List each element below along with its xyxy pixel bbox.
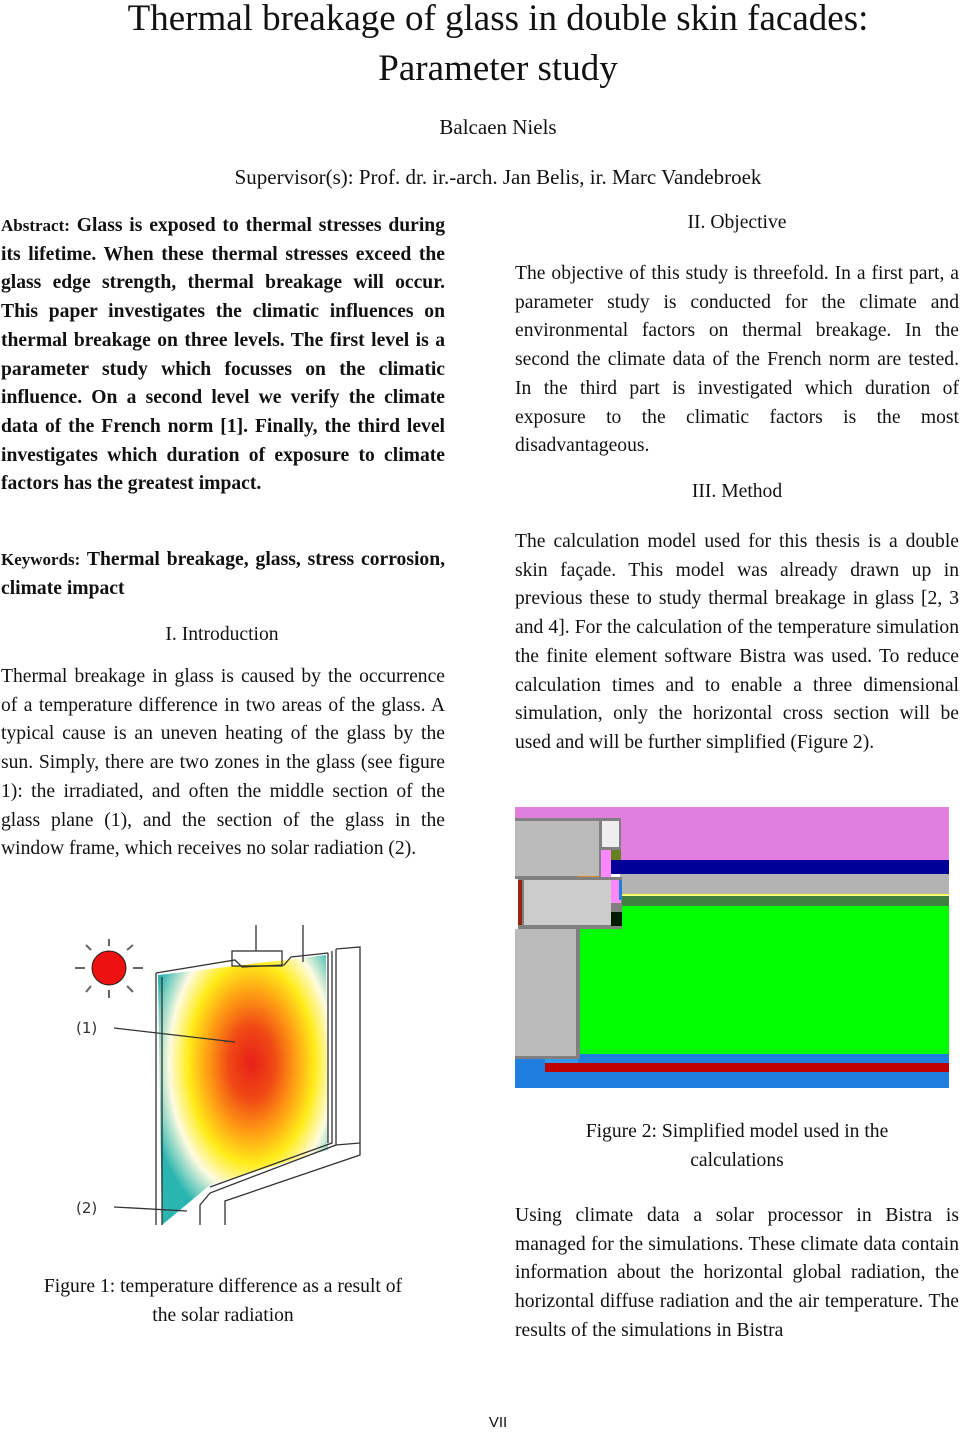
region-green <box>578 906 949 1068</box>
introduction-text: Thermal breakage in glass is caused by t… <box>1 666 445 860</box>
figure-2-caption-line-2: calculations <box>690 1149 784 1171</box>
paper-title: Thermal breakage of glass in double skin… <box>0 0 960 94</box>
glass-pane <box>158 955 328 1225</box>
figure-1-label-1: (1) <box>76 1019 97 1037</box>
page-number: VII <box>488 1414 508 1431</box>
supervisors: Supervisor(s): Prof. dr. ir.-arch. Jan B… <box>234 165 762 189</box>
keywords: Keywords: Thermal breakage, glass, stres… <box>1 546 445 603</box>
abstract-label: Abstract: <box>1 216 70 235</box>
author: Balcaen Niels <box>439 115 557 139</box>
keywords-label: Keywords: <box>1 550 81 569</box>
figure-1-label-2: (2) <box>76 1199 97 1217</box>
method-text-1: The calculation model used for this thes… <box>515 531 959 753</box>
method-heading: III. Method <box>691 481 783 502</box>
title-line-2: Parameter study <box>378 48 618 89</box>
region-dark-green <box>611 896 949 906</box>
sun-icon <box>75 939 143 998</box>
figure-2-image <box>515 807 949 1088</box>
title-line-1: Thermal breakage of glass in double skin… <box>127 0 869 39</box>
objective-text: The objective of this study is threefold… <box>515 263 959 457</box>
figure-1-caption-line-1: Figure 1: temperature difference as a re… <box>43 1276 403 1297</box>
region-navy <box>611 860 949 874</box>
figure-1-image: (1) (2) <box>60 915 380 1235</box>
abstract-text: Glass is exposed to thermal stresses dur… <box>1 215 445 495</box>
introduction-heading: I. Introduction <box>165 624 279 645</box>
region-yellow-line <box>620 894 949 896</box>
figure-1-caption-line-2: the solar radiation <box>152 1304 294 1326</box>
region-grey-layer <box>620 874 949 895</box>
figure-2-caption-line-1: Figure 2: Simplified model used in the <box>585 1121 889 1142</box>
region-red <box>545 1063 949 1072</box>
method-text-2: Using climate data a solar processor in … <box>515 1205 959 1341</box>
figure-1-caption: Figure 1: temperature difference as a re… <box>0 1273 446 1330</box>
objective-heading: II. Objective <box>687 212 787 233</box>
figure-2-caption: Figure 2: Simplified model used in the c… <box>515 1118 959 1175</box>
abstract: Abstract: Glass is exposed to thermal st… <box>1 212 445 499</box>
